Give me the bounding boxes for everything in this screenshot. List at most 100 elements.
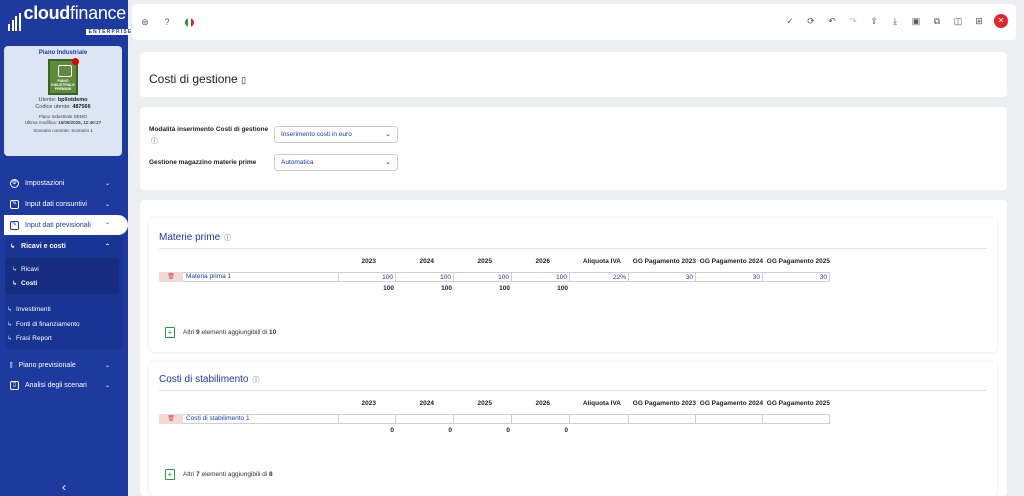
nav-ricavi[interactable]: ↳ Ricavi xyxy=(12,263,39,275)
nav-ricavi-costi[interactable]: ↳ Ricavi e costi ⌃ xyxy=(0,236,128,256)
gear-icon: ⚙ xyxy=(10,178,19,188)
undo-icon[interactable]: ↶ xyxy=(826,16,838,27)
info-icon[interactable]: ⓘ xyxy=(151,136,158,146)
section-title: Materie prime xyxy=(159,232,221,243)
collapse-sidebar-icon[interactable]: ‹ xyxy=(0,478,128,496)
value-cell[interactable]: 100 xyxy=(396,272,454,282)
value-cell[interactable] xyxy=(629,414,696,424)
nav-label: Impostazioni xyxy=(25,179,65,187)
profile-title: Piano Industriale xyxy=(38,50,88,56)
col-header: GG Pagamento 2023 xyxy=(632,258,696,265)
value-cell[interactable]: 30 xyxy=(696,272,763,282)
value-cell[interactable] xyxy=(396,414,454,424)
subitem-arrow-icon: ↳ xyxy=(12,266,18,273)
col-header: 2023 xyxy=(361,400,376,407)
save-icon[interactable]: ▣ xyxy=(910,16,922,27)
redo-icon[interactable]: ↷ xyxy=(847,16,859,27)
nav-costi[interactable]: ↳ Costi xyxy=(12,277,37,289)
value-cell[interactable]: 100 xyxy=(454,272,512,282)
download-icon[interactable]: ⤓ xyxy=(889,16,901,27)
total-cell: 0 xyxy=(564,427,568,434)
upload-icon[interactable]: ⇪ xyxy=(868,16,880,27)
add-mid: elementi aggiungibili di xyxy=(201,329,268,336)
value-cell[interactable]: 100 xyxy=(512,272,570,282)
check-icon[interactable]: ✓ xyxy=(784,16,796,27)
edit-icon: ✎ xyxy=(10,220,19,230)
value-cell[interactable] xyxy=(454,414,512,424)
col-header: 2026 xyxy=(535,400,550,407)
edit-icon: ✎ xyxy=(10,199,19,209)
add-stabilimento-button[interactable]: + Altri 7 elementi aggiungibili di 8 xyxy=(165,469,273,480)
refresh-icon[interactable]: ⟳ xyxy=(805,16,817,27)
settings-card: Modalità inserimento Costi di gestione ⓘ… xyxy=(140,107,1007,190)
app-logo[interactable]: cloudfinance ENTERPRISE xyxy=(0,0,136,44)
info-icon[interactable]: ⓘ xyxy=(252,377,259,384)
value-cell[interactable] xyxy=(570,414,629,424)
info-icon[interactable]: ⓘ xyxy=(224,235,231,242)
logo-bold: cloud xyxy=(23,3,71,23)
divider xyxy=(159,248,987,249)
chevron-down-icon: ⌄ xyxy=(104,180,110,187)
total-cell: 0 xyxy=(390,427,394,434)
value-cell[interactable] xyxy=(512,414,570,424)
copy-icon[interactable]: ⧉ xyxy=(931,16,943,27)
help-icon[interactable]: ? xyxy=(160,15,174,29)
profile-card: Piano Industriale PIANO INDUSTRIALE PREM… xyxy=(4,46,122,156)
plan-name: Piano Industriale DEMO xyxy=(38,114,88,119)
col-header: GG Pagamento 2024 xyxy=(699,258,763,265)
chevron-up-icon: ⌃ xyxy=(104,222,110,229)
nav-input-previsionali[interactable]: ✎ Input dati previsionali ⌃ xyxy=(4,215,128,235)
col-header: Aliquota IVA xyxy=(582,258,621,265)
nav-frasi[interactable]: ↳ Frasi Report xyxy=(7,332,52,344)
nav-label: Frasi Report xyxy=(16,334,52,342)
nav-label: Piano previsionale xyxy=(18,361,76,369)
nav-piano-previsionale[interactable]: ⫾ Piano previsionale ⌄ xyxy=(0,355,128,375)
badge-text: PIANO INDUSTRIALE PREMIUM xyxy=(51,79,75,91)
book-icon[interactable]: ▯ xyxy=(241,75,246,85)
nav-label: Input dati consuntivi xyxy=(25,200,87,208)
nav-label: Ricavi xyxy=(21,265,39,273)
add-total: 10 xyxy=(269,329,277,336)
nav-input-consuntivi[interactable]: ✎ Input dati consuntivi ⌄ xyxy=(0,194,128,214)
row-name[interactable]: Costi di stabilimento 1 xyxy=(186,414,250,424)
trash-icon[interactable]: 🗑 xyxy=(159,414,183,424)
nav-impostazioni[interactable]: ⚙ Impostazioni ⌄ xyxy=(0,173,128,193)
close-icon[interactable]: ✕ xyxy=(994,14,1008,28)
user-label: Utente: xyxy=(38,97,57,103)
layout-icon[interactable]: ⊞ xyxy=(973,16,985,27)
mode-select[interactable]: Inserimento costi in euro ⌄ xyxy=(274,126,398,143)
col-header: 2025 xyxy=(477,258,492,265)
top-toolbar: ⊛ ? ✓ ⟳ ↶ ↷ ⇪ ⤓ ▣ ⧉ ◫ ⊞ ✕ xyxy=(132,4,1016,40)
value-cell[interactable]: 100 xyxy=(338,272,396,282)
add-mid: elementi aggiungibili di xyxy=(201,471,268,478)
add-materia-button[interactable]: + Altri 9 elementi aggiungibili di 10 xyxy=(165,327,276,338)
value-cell[interactable]: 30 xyxy=(629,272,696,282)
bar-chart-icon: ⫾ xyxy=(10,360,13,369)
chevron-down-icon: ⌄ xyxy=(104,201,110,208)
add-prefix: Altri xyxy=(183,329,195,336)
col-header: 2026 xyxy=(535,258,550,265)
nav-investimenti[interactable]: ↳ Investimenti xyxy=(7,303,51,315)
scenario-text: Scenario corrente: Scenario 1 xyxy=(33,128,93,133)
mode-label: Modalità inserimento Costi di gestione xyxy=(149,126,269,133)
col-header: GG Pagamento 2023 xyxy=(632,400,696,407)
row-name[interactable]: Materia prima 1 xyxy=(186,272,231,282)
nav-analisi-scenari[interactable]: ▯ Analisi degli scenari ⌄ xyxy=(0,375,128,395)
value-cell[interactable]: 30 xyxy=(763,272,830,282)
warehouse-label: Gestione magazzino materie prime xyxy=(149,159,257,166)
warehouse-select[interactable]: Automatica ⌄ xyxy=(274,154,398,171)
value-cell[interactable] xyxy=(763,414,830,424)
value-cell[interactable]: 22% xyxy=(570,272,629,282)
panel-icon[interactable]: ◫ xyxy=(952,16,964,27)
subitem-arrow-icon: ↳ xyxy=(12,280,18,287)
last-mod-label: Ultima modifica: xyxy=(24,120,57,125)
value-cell[interactable] xyxy=(338,414,396,424)
nav-fonti[interactable]: ↳ Fonti di finanziamento xyxy=(7,318,80,330)
trash-icon[interactable]: 🗑 xyxy=(159,272,183,282)
col-header: 2025 xyxy=(477,400,492,407)
col-header: 2023 xyxy=(361,258,376,265)
col-header: 2024 xyxy=(419,258,434,265)
value-cell[interactable] xyxy=(696,414,763,424)
support-icon[interactable]: ⊛ xyxy=(138,15,152,29)
language-flag-icon[interactable] xyxy=(182,15,196,29)
